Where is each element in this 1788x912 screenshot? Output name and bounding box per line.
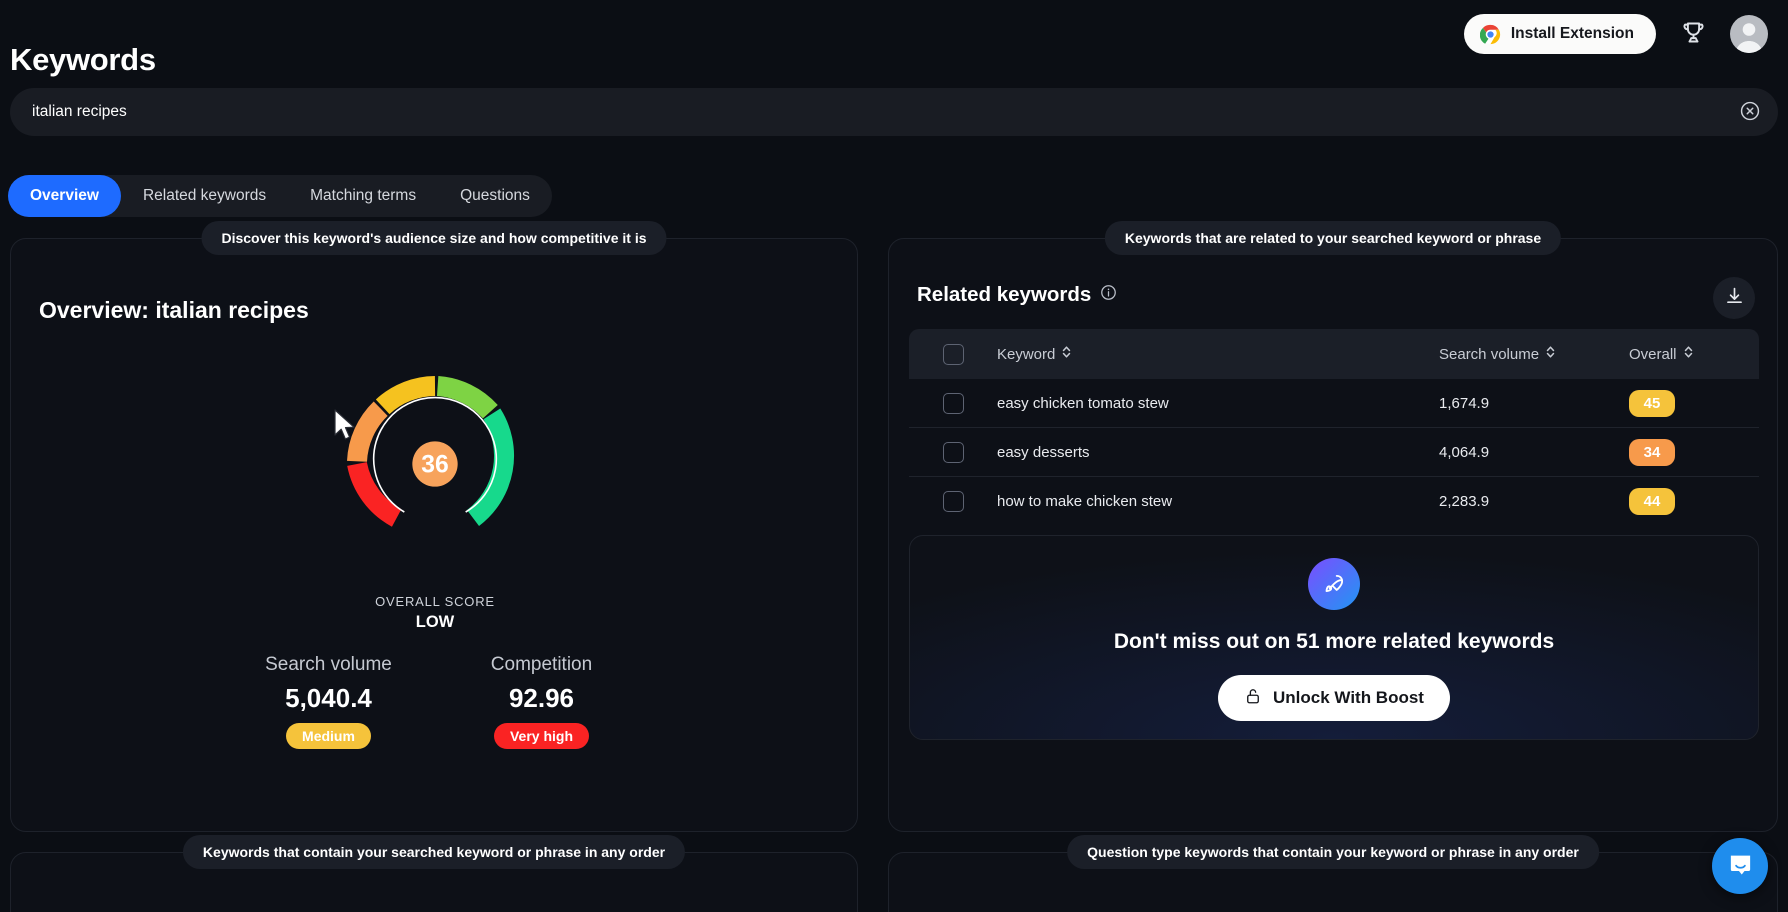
related-keywords-title: Related keywords [917,283,1092,306]
cell-overall: 44 [1629,488,1759,515]
intercom-chat-button[interactable] [1712,838,1768,894]
install-extension-label: Install Extension [1510,25,1634,42]
page-title: Keywords [10,42,156,77]
gauge-labels: OVERALL SCORE LOW [11,594,859,632]
download-icon [1724,286,1745,310]
gauge-level: LOW [415,613,455,631]
gauge-svg: 36 [347,376,515,527]
search-bar [10,88,1778,136]
stat-competition: Competition 92.96 Very high [464,654,619,749]
related-keywords-table: Keyword Search volume Overall easy chick… [909,329,1759,526]
overall-score-pill: 45 [1629,389,1675,417]
status-badge: Very high [493,723,590,749]
column-header-search-volume[interactable]: Search volume [1439,345,1629,363]
info-circle-icon[interactable] [1100,284,1117,306]
column-header-overall[interactable]: Overall [1629,345,1759,363]
stat-label: Competition [490,654,593,675]
cell-search-volume: 4,064.9 [1439,443,1490,461]
row-checkbox[interactable] [942,392,964,414]
overview-stats: Search volume 5,040.4 Medium Competition… [11,654,859,749]
row-select-cell [909,441,997,463]
avatar[interactable] [1730,15,1768,53]
download-button[interactable] [1713,277,1755,319]
stat-value: 92.96 [508,683,575,713]
cell-keyword: easy desserts [997,443,1090,461]
unlock-icon [1244,687,1262,710]
stat-value: 5,040.4 [285,683,372,713]
sort-chevrons-icon [1545,345,1556,363]
related-keywords-header: Related keywords [917,283,1117,307]
gauge-sub-label: OVERALL SCORE [375,594,495,609]
trophy-button[interactable] [1674,15,1712,53]
unlock-with-boost-label: Unlock With Boost [1273,688,1424,707]
cell-search-volume: 1,674.9 [1439,394,1490,412]
overview-panel-chip: Discover this keyword's audience size an… [201,221,667,255]
related-keywords-panel: Keywords that are related to your search… [888,221,1778,832]
select-all-cell [909,343,997,365]
intercom-chat-icon [1727,851,1754,881]
stat-search-volume: Search volume 5,040.4 Medium [251,654,406,749]
chrome-icon [1479,24,1501,45]
tab-related-keywords[interactable]: Related keywords [121,175,288,217]
cell-keyword: easy chicken tomato stew [997,394,1169,412]
app-header: Keywords Install Extension [0,0,1788,78]
stat-label: Search volume [265,654,392,675]
table-row[interactable]: easy chicken tomato stew 1,674.9 45 [909,379,1759,428]
user-avatar-icon [1735,23,1763,53]
select-all-checkbox[interactable] [942,343,964,365]
related-panel-chip: Keywords that are related to your search… [1104,221,1562,255]
overview-title: Overview: italian recipes [39,297,309,323]
boost-headline: Don't miss out on 51 more related keywor… [1113,630,1555,653]
gauge-score-value: 36 [421,452,448,479]
tab-bar: Overview Related keywords Matching terms… [8,175,552,217]
row-select-cell [909,491,997,512]
table-header-row: Keyword Search volume Overall [909,329,1759,379]
column-header-label: Keyword [997,345,1056,363]
sort-chevrons-icon [1683,345,1694,363]
rocket-icon [1308,558,1360,610]
overview-panel: Discover this keyword's audience size an… [10,221,859,832]
tab-matching-terms[interactable]: Matching terms [288,175,438,217]
row-checkbox[interactable] [942,491,964,512]
tab-questions[interactable]: Questions [438,175,552,217]
sort-chevrons-icon [1061,345,1072,363]
column-header-keyword[interactable]: Keyword [997,345,1439,363]
unlock-with-boost-button[interactable]: Unlock With Boost [1218,675,1450,721]
cell-keyword: how to make chicken stew [997,493,1173,510]
column-header-label: Search volume [1439,345,1540,363]
install-extension-button[interactable]: Install Extension [1463,14,1656,54]
row-checkbox[interactable] [942,441,964,463]
row-select-cell [909,392,997,414]
overall-score-pill: 34 [1629,438,1675,466]
tab-overview[interactable]: Overview [8,175,121,217]
search-input[interactable] [10,103,1730,121]
questions-panel-chip: Question type keywords that contain your… [1067,835,1599,869]
status-badge: Medium [286,723,371,749]
overall-score-gauge: 36 [11,364,859,564]
questions-panel: Question type keywords that contain your… [888,835,1778,912]
cell-overall: 45 [1629,389,1759,417]
column-header-label: Overall [1629,345,1677,363]
cell-overall: 34 [1629,438,1759,466]
boost-upsell-card: Don't miss out on 51 more related keywor… [909,535,1759,740]
clear-search-button[interactable] [1730,92,1770,132]
cell-search-volume: 2,283.9 [1439,493,1490,510]
matching-panel-chip: Keywords that contain your searched keyw… [182,835,686,869]
overall-score-pill: 44 [1629,488,1675,515]
table-row[interactable]: easy desserts 4,064.9 34 [909,428,1759,477]
matching-terms-panel: Keywords that contain your searched keyw… [10,835,858,912]
header-actions: Install Extension [1463,14,1768,54]
clear-circle-x-icon [1739,100,1761,125]
trophy-icon [1680,19,1707,49]
table-row[interactable]: how to make chicken stew 2,283.9 44 [909,477,1759,526]
